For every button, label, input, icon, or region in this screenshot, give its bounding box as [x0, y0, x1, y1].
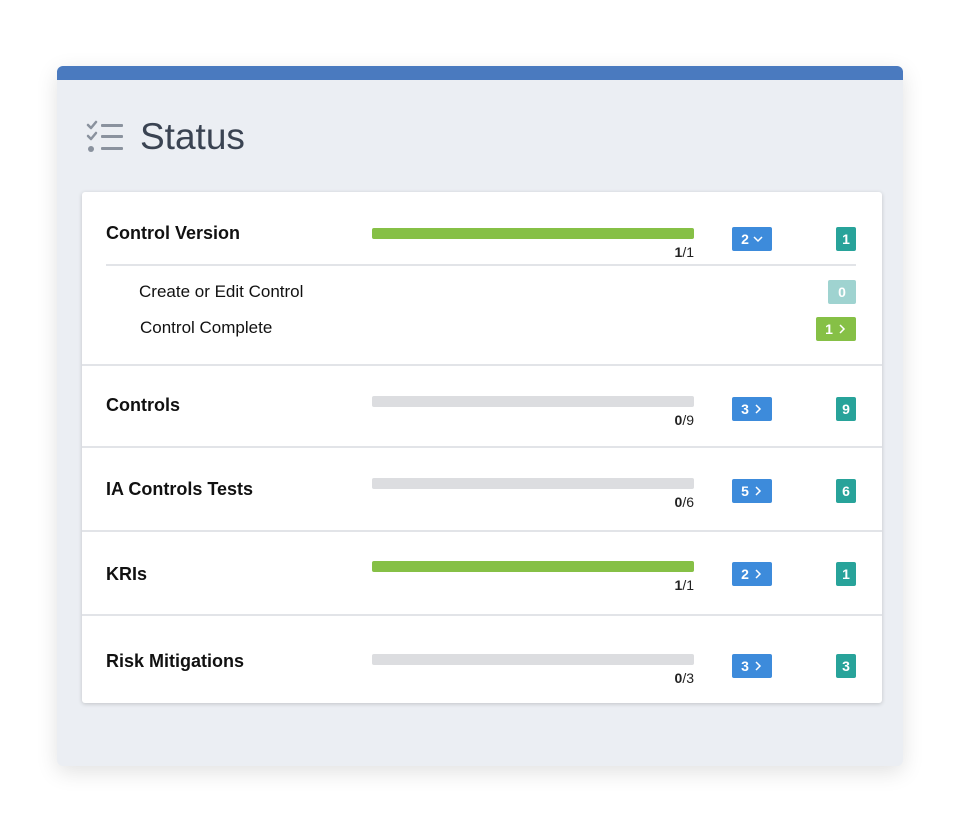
- progress-track: [372, 561, 694, 572]
- chevron-down-icon: [753, 236, 763, 243]
- count-badge: 6: [836, 479, 856, 503]
- progress-fill: [372, 561, 694, 572]
- row-name: Risk Mitigations: [106, 651, 245, 671]
- panel-top-bar: [57, 66, 903, 80]
- subitem-label: Control Complete: [140, 318, 273, 337]
- chevron-right-icon: [755, 661, 761, 671]
- progress-bar: 0/9: [372, 396, 694, 428]
- progress-count: 1/1: [674, 244, 694, 260]
- status-card: Control Version 1/1 2 1 Create or Edit C…: [82, 192, 882, 703]
- status-row-controls: Controls 0/9 3 9: [82, 366, 882, 448]
- progress-count: 1/1: [674, 577, 694, 593]
- progress-bar: 0/6: [372, 478, 694, 510]
- progress-bar: 1/1: [372, 228, 694, 260]
- page-title: Status: [140, 116, 245, 157]
- row-name: KRIs: [106, 564, 148, 584]
- status-row-risk-mitigations: Risk Mitigations 0/3 3 3: [82, 616, 882, 703]
- progress-track: [372, 654, 694, 665]
- chevron-right-icon: [839, 324, 845, 334]
- progress-track: [372, 228, 694, 239]
- chevron-right-icon: [755, 404, 761, 414]
- status-row-kris: KRIs 1/1 2 1: [82, 532, 882, 616]
- subitem-count-badge: 0: [828, 280, 856, 304]
- action-badge-button[interactable]: 3: [732, 397, 772, 421]
- status-panel: Status Control Version 1/1 2 1 Create or…: [57, 66, 903, 766]
- count-badge: 9: [836, 397, 856, 421]
- progress-track: [372, 478, 694, 489]
- row-name: IA Controls Tests: [106, 479, 254, 499]
- progress-bar: 0/3: [372, 654, 694, 686]
- progress-bar: 1/1: [372, 561, 694, 593]
- chevron-right-icon: [755, 486, 761, 496]
- chevron-right-icon: [755, 569, 761, 579]
- action-badge-button[interactable]: 5: [732, 479, 772, 503]
- action-badge-button[interactable]: 3: [732, 654, 772, 678]
- progress-track: [372, 396, 694, 407]
- count-badge: 1: [836, 562, 856, 586]
- count-badge: 3: [836, 654, 856, 678]
- status-row-control-version: Control Version 1/1 2 1 Create or Edit C…: [82, 192, 882, 366]
- action-badge-button[interactable]: 2: [732, 562, 772, 586]
- progress-count: 0/9: [674, 412, 694, 428]
- status-row-ia-controls-tests: IA Controls Tests 0/6 5 6: [82, 448, 882, 532]
- subitem-action-button[interactable]: 1: [816, 317, 856, 341]
- panel-header: Status: [85, 116, 245, 158]
- checklist-icon: [86, 120, 123, 152]
- subitem-label: Create or Edit Control: [139, 282, 304, 301]
- count-badge: 1: [836, 227, 856, 251]
- action-badge-button[interactable]: 2: [732, 227, 772, 251]
- row-name: Control Version: [106, 223, 241, 243]
- divider: [106, 264, 856, 266]
- row-name: Controls: [106, 395, 180, 415]
- progress-count: 0/6: [674, 494, 694, 510]
- progress-fill: [372, 228, 694, 239]
- progress-count: 0/3: [674, 670, 694, 686]
